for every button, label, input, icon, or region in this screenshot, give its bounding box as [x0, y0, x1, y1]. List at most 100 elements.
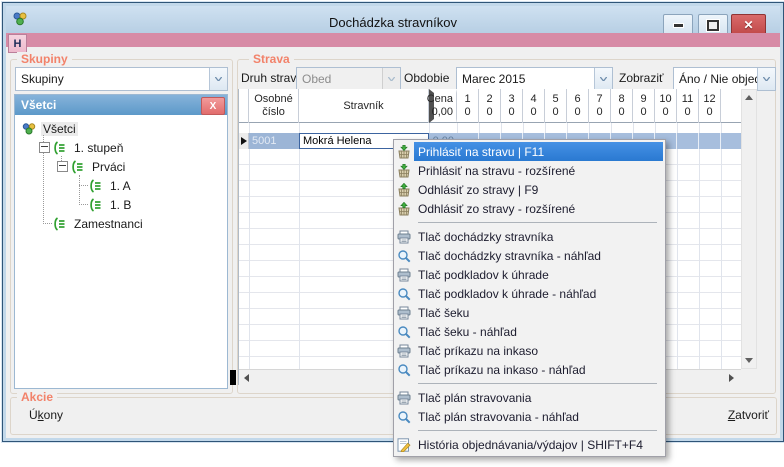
menu-item-3[interactable]: Odhlásiť zo stravy - rozšírené: [394, 199, 665, 218]
grid-header-stravnik[interactable]: Stravník: [299, 89, 429, 123]
grid-column-line: [249, 123, 250, 369]
menu-item-11[interactable]: Tlač príkazu na inkaso: [394, 341, 665, 360]
vsetci-panel-title: Všetci: [21, 98, 56, 112]
menu-item-5[interactable]: Tlač dochádzky stravníka: [394, 227, 665, 246]
grid-header-cena[interactable]: Cena 0,00: [429, 89, 457, 123]
menu-item-14[interactable]: Tlač plán stravovania: [394, 388, 665, 407]
obdobie-value: Marec 2015: [457, 72, 594, 86]
obdobie-combobox[interactable]: Marec 2015: [456, 67, 613, 91]
menu-item-7[interactable]: Tlač podkladov k úhrade: [394, 265, 665, 284]
menu-item-6[interactable]: Tlač dochádzky stravníka - náhľad: [394, 246, 665, 265]
grid-header-day-9[interactable]: 90: [633, 89, 655, 123]
grid-header-day-7[interactable]: 70: [589, 89, 611, 123]
menu-item-8[interactable]: Tlač podkladov k úhrade - náhľad: [394, 284, 665, 303]
menu-item-label: Odhlásiť zo stravy - rozšírené: [418, 202, 575, 216]
grid-header-osobne-cislo[interactable]: Osobné číslo: [249, 89, 299, 123]
screen: Dochádzka stravníkov ✕ H Skupiny Skupiny…: [0, 0, 784, 467]
cell-day-12[interactable]: [699, 133, 721, 149]
menu-item-label: Tlač príkazu na inkaso - náhľad: [418, 363, 586, 377]
menu-separator: [394, 379, 665, 388]
printer-icon: [394, 303, 414, 322]
cell-osobne-cislo[interactable]: 5001: [249, 133, 299, 149]
tree-connector: [43, 223, 52, 224]
tree-item-0[interactable]: Všetci: [15, 119, 227, 138]
menu-item-1[interactable]: Prihlásiť na stravu - rozšírené: [394, 161, 665, 180]
grid-header-day-8[interactable]: 80: [611, 89, 633, 123]
group-icon: [88, 179, 104, 193]
chevron-down-icon[interactable]: [757, 68, 775, 90]
menu-item-label: Tlač podkladov k úhrade: [418, 268, 549, 282]
panel-close-button[interactable]: X: [201, 97, 225, 115]
close-icon: ✕: [743, 18, 753, 32]
tree-item-3[interactable]: 1. A: [15, 176, 227, 195]
printer-icon: [394, 388, 414, 407]
basket-add-icon: [394, 161, 414, 180]
printer-icon: [394, 265, 414, 284]
zobrazit-combobox[interactable]: Áno / Nie objedna: [673, 67, 776, 91]
scroll-down-icon[interactable]: [745, 358, 753, 363]
basket-add-icon: [394, 142, 414, 161]
grid-header-day-4[interactable]: 40: [523, 89, 545, 123]
grid-header-day-5[interactable]: 50: [545, 89, 567, 123]
preview-icon: [394, 322, 414, 341]
grid-header-day-3[interactable]: 30: [501, 89, 523, 123]
tree-item-2[interactable]: Prváci: [15, 157, 227, 176]
menu-separator: [394, 218, 665, 227]
grid-column-line: [299, 123, 300, 369]
menu-item-0[interactable]: Prihlásiť na stravu | F11: [394, 142, 665, 161]
grid-header-day-12[interactable]: 120: [699, 89, 721, 123]
menu-item-label: Tlač dochádzky stravníka - náhľad: [418, 249, 601, 263]
grid-header-day-2[interactable]: 20: [479, 89, 501, 123]
menu-item-12[interactable]: Tlač príkazu na inkaso - náhľad: [394, 360, 665, 379]
grid-header-day-10[interactable]: 100: [655, 89, 677, 123]
tree-item-label: Všetci: [41, 122, 78, 136]
menu-item-9[interactable]: Tlač šeku: [394, 303, 665, 322]
grid-column-line: [721, 123, 722, 369]
menu-item-label: Tlač plán stravovania - náhľad: [418, 410, 579, 424]
tree-item-1[interactable]: 1. stupeň: [15, 138, 227, 157]
chevron-down-icon[interactable]: [209, 68, 227, 90]
zatvorit-button[interactable]: Zatvoriť: [728, 397, 769, 433]
menu-item-label: Tlač šeku - náhľad: [418, 325, 517, 339]
ukony-button[interactable]: Úkony: [29, 397, 63, 433]
grid-header-day-1[interactable]: 10: [457, 89, 479, 123]
menu-item-10[interactable]: Tlač šeku - náhľad: [394, 322, 665, 341]
vsetci-panel: Všetci X Všetci1. stupeňPrváci1. A1. BZa…: [14, 94, 228, 389]
collapse-toggle-icon[interactable]: [57, 161, 68, 172]
cell-day-11[interactable]: [677, 133, 699, 149]
row-indicator: [239, 133, 249, 149]
grid-header-day-6[interactable]: 60: [567, 89, 589, 123]
tree-item-label: 1. A: [108, 179, 133, 193]
history-icon: [394, 435, 414, 454]
skupiny-combobox[interactable]: Skupiny: [15, 67, 228, 91]
tree-item-4[interactable]: 1. B: [15, 195, 227, 214]
panel-splitter[interactable]: [230, 370, 236, 385]
h-toolbar-button[interactable]: H: [8, 34, 27, 53]
druh-stravy-label: Druh stravy: [241, 67, 302, 89]
minimize-icon: [673, 23, 684, 28]
scroll-left-icon[interactable]: [244, 374, 249, 382]
menu-item-17[interactable]: História objednávania/výdajov | SHIFT+F4: [394, 435, 665, 454]
collapse-toggle-icon[interactable]: [39, 142, 50, 153]
menu-item-label: Tlač dochádzky stravníka: [418, 230, 553, 244]
menu-item-label: Prihlásiť na stravu - rozšírené: [418, 164, 575, 178]
group-icon: [88, 198, 104, 212]
menu-item-label: Prihlásiť na stravu | F11: [418, 145, 544, 159]
group-icon: [52, 217, 68, 231]
tree-connector: [79, 204, 88, 205]
vertical-scrollbar[interactable]: [741, 89, 757, 369]
toolbar-strip: [6, 33, 780, 47]
menu-item-label: Tlač príkazu na inkaso: [418, 344, 538, 358]
chevron-down-icon[interactable]: [594, 68, 612, 90]
cell-day-13[interactable]: [721, 133, 741, 149]
menu-item-15[interactable]: Tlač plán stravovania - náhľad: [394, 407, 665, 426]
maximize-icon: [707, 20, 719, 31]
scroll-up-icon[interactable]: [745, 95, 753, 100]
group-icon: [52, 141, 68, 155]
tree-connector: [79, 175, 80, 205]
menu-item-2[interactable]: Odhlásiť zo stravy | F9: [394, 180, 665, 199]
grid-header-day-11[interactable]: 110: [677, 89, 699, 123]
scroll-right-icon[interactable]: [729, 374, 734, 382]
group-tree: Všetci1. stupeňPrváci1. A1. BZamestnanci: [15, 115, 227, 388]
zobrazit-value: Áno / Nie objedna: [674, 72, 757, 86]
